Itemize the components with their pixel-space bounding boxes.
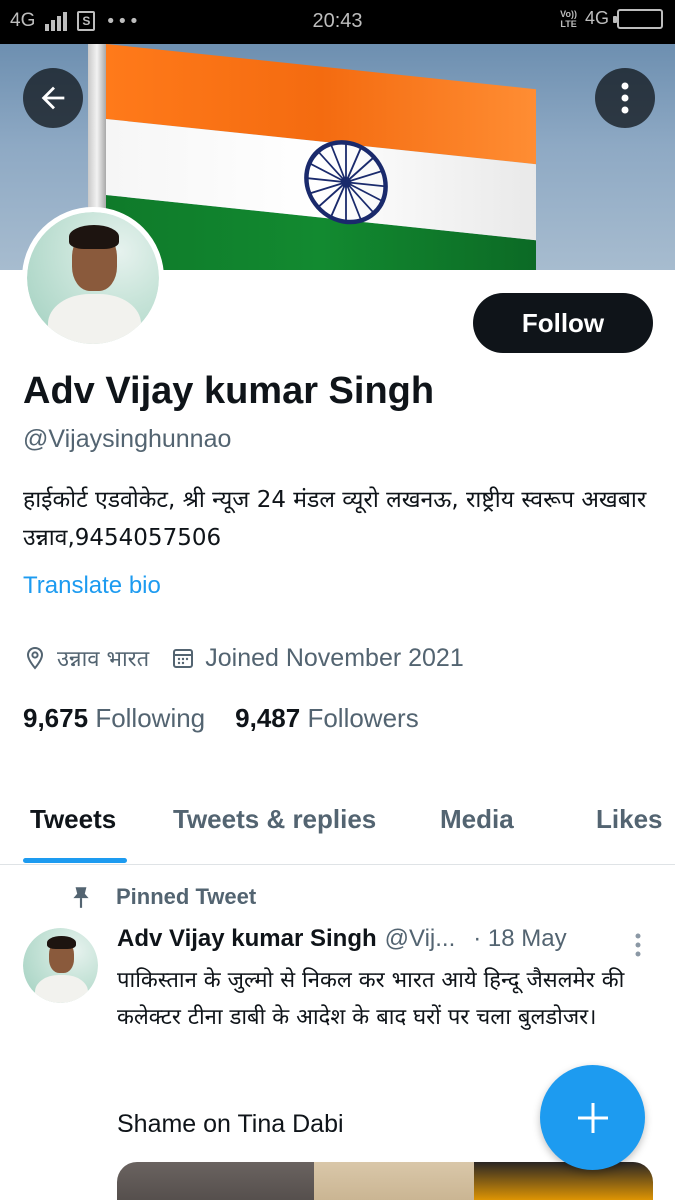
location-item: उन्नाव भारत (23, 643, 149, 673)
volte-icon: Vo)) LTE (560, 8, 577, 29)
calendar-icon (173, 649, 194, 668)
pinned-tweet-text: Pinned Tweet (116, 884, 257, 909)
tweet-header: Adv Vijay kumar Singh @Vij... · 18 May (117, 925, 657, 953)
tab-likes[interactable]: Likes (596, 804, 663, 835)
more-vertical-icon (621, 82, 629, 114)
profile-tabs: Tweets Tweets & replies Media Likes (0, 790, 675, 865)
following-label: Following (95, 703, 206, 733)
active-tab-indicator (23, 858, 127, 863)
following-link[interactable]: 9,675 Following (23, 703, 205, 734)
tweet-author-handle[interactable]: @Vij... (385, 925, 456, 953)
profile-meta: उन्नाव भारत Joined November 2021 (23, 643, 486, 673)
tweet-text-extra: Shame on Tina Dabi (117, 1110, 344, 1138)
following-count: 9,675 (23, 703, 89, 733)
tab-media[interactable]: Media (440, 804, 514, 835)
tweet-media[interactable] (117, 1162, 653, 1200)
more-options-button[interactable] (595, 68, 655, 128)
compose-tweet-button[interactable] (540, 1065, 645, 1170)
tweet-media-image-2[interactable] (313, 1162, 475, 1200)
followers-count: 9,487 (235, 703, 301, 733)
status-bar: 4G S ••• 20:43 Vo)) LTE 4G (0, 0, 675, 44)
pinned-tweet-label: Pinned Tweet (68, 884, 256, 910)
profile-avatar[interactable] (22, 207, 164, 349)
battery-icon (613, 8, 663, 29)
follow-counts: 9,675 Following 9,487 Followers (23, 703, 419, 734)
joined-text: Joined November 2021 (205, 643, 464, 672)
ashoka-chakra-icon (304, 140, 388, 225)
tweet-media-image-3[interactable] (474, 1162, 653, 1200)
followers-label: Followers (307, 703, 419, 733)
tweet-more-button[interactable] (628, 930, 648, 960)
display-name: Adv Vijay kumar Singh (23, 370, 435, 412)
tweet-date[interactable]: · 18 May (473, 925, 566, 953)
flag-image (106, 44, 536, 270)
joined-item: Joined November 2021 (171, 644, 464, 673)
status-right: Vo)) LTE 4G (560, 8, 663, 29)
tab-tweets-replies[interactable]: Tweets & replies (173, 804, 376, 835)
avatar-image (27, 212, 159, 344)
network-4g: 4G (584, 8, 609, 28)
location-text: उन्नाव भारत (57, 647, 150, 672)
tab-tweets[interactable]: Tweets (30, 804, 116, 835)
arrow-left-icon (41, 86, 65, 110)
translate-bio-link[interactable]: Translate bio (23, 572, 161, 600)
pin-icon (73, 887, 89, 908)
back-button[interactable] (23, 68, 83, 128)
tweet-text: पाकिस्तान के जुल्मो से निकल कर भारत आये … (117, 968, 625, 1030)
tweet-media-image-1[interactable] (117, 1162, 314, 1200)
profile-bio: हाईकोर्ट एडवोकेट, श्री न्यूज 24 मंडल व्य… (23, 487, 647, 551)
follow-button[interactable]: Follow (473, 293, 653, 353)
tweet-author-name[interactable]: Adv Vijay kumar Singh (117, 925, 377, 953)
user-handle: @Vijaysinghunnao (23, 425, 232, 453)
followers-link[interactable]: 9,487 Followers (235, 703, 419, 734)
plus-icon (577, 1102, 608, 1133)
avatar-image (23, 928, 98, 1003)
more-vertical-icon (635, 933, 641, 957)
tweet-author-avatar[interactable] (23, 928, 98, 1003)
location-pin-icon (26, 646, 44, 670)
